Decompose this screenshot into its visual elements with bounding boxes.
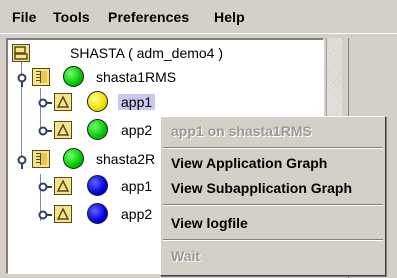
menu-separator [163,239,383,241]
collapsed-toggle-icon[interactable] [38,125,52,137]
application-icon [54,93,72,111]
tree-app-label[interactable]: app2 [121,122,152,138]
tree-host-label[interactable]: shasta2R [96,151,155,167]
view-subapplication-graph-item[interactable]: View Subapplication Graph [171,180,352,196]
context-menu-header: app1 on shasta1RMS [171,123,312,139]
status-online-icon [87,119,108,140]
view-logfile-item[interactable]: View logfile [171,215,248,231]
tree-app-label[interactable]: app1 [118,94,156,110]
menu-file[interactable]: File [12,9,37,25]
collapsed-toggle-icon[interactable] [38,97,52,109]
tree-host-label[interactable]: shasta1RMS [96,69,176,85]
context-menu: app1 on shasta1RMS View Application Grap… [160,116,386,276]
expand-toggle-icon[interactable] [16,155,28,169]
view-application-graph-item[interactable]: View Application Graph [171,155,327,171]
menu-help[interactable]: Help [214,9,245,25]
expand-toggle-icon[interactable] [16,73,28,87]
wait-item: Wait [171,248,201,264]
menu-bar: File Tools Preferences Help [0,0,397,34]
status-offline-icon [87,175,108,196]
menu-separator [163,204,383,206]
status-online-icon [63,66,84,87]
menu-separator [163,147,383,149]
application-icon [54,121,72,139]
host-icon [32,150,50,168]
tree-root-label[interactable]: SHASTA ( adm_demo4 ) [70,45,223,61]
tree-app-label[interactable]: app2 [121,206,152,222]
menu-preferences[interactable]: Preferences [108,9,189,25]
application-icon [54,177,72,195]
menu-tools[interactable]: Tools [53,9,90,25]
tree-app-label[interactable]: app1 [121,178,152,194]
collapsed-toggle-icon[interactable] [38,181,52,193]
status-offline-icon [87,203,108,224]
application-icon [54,205,72,223]
status-online-icon [63,148,84,169]
host-icon [32,68,50,86]
status-warning-icon [87,91,108,112]
cluster-icon [12,44,30,62]
collapsed-toggle-icon[interactable] [38,209,52,221]
